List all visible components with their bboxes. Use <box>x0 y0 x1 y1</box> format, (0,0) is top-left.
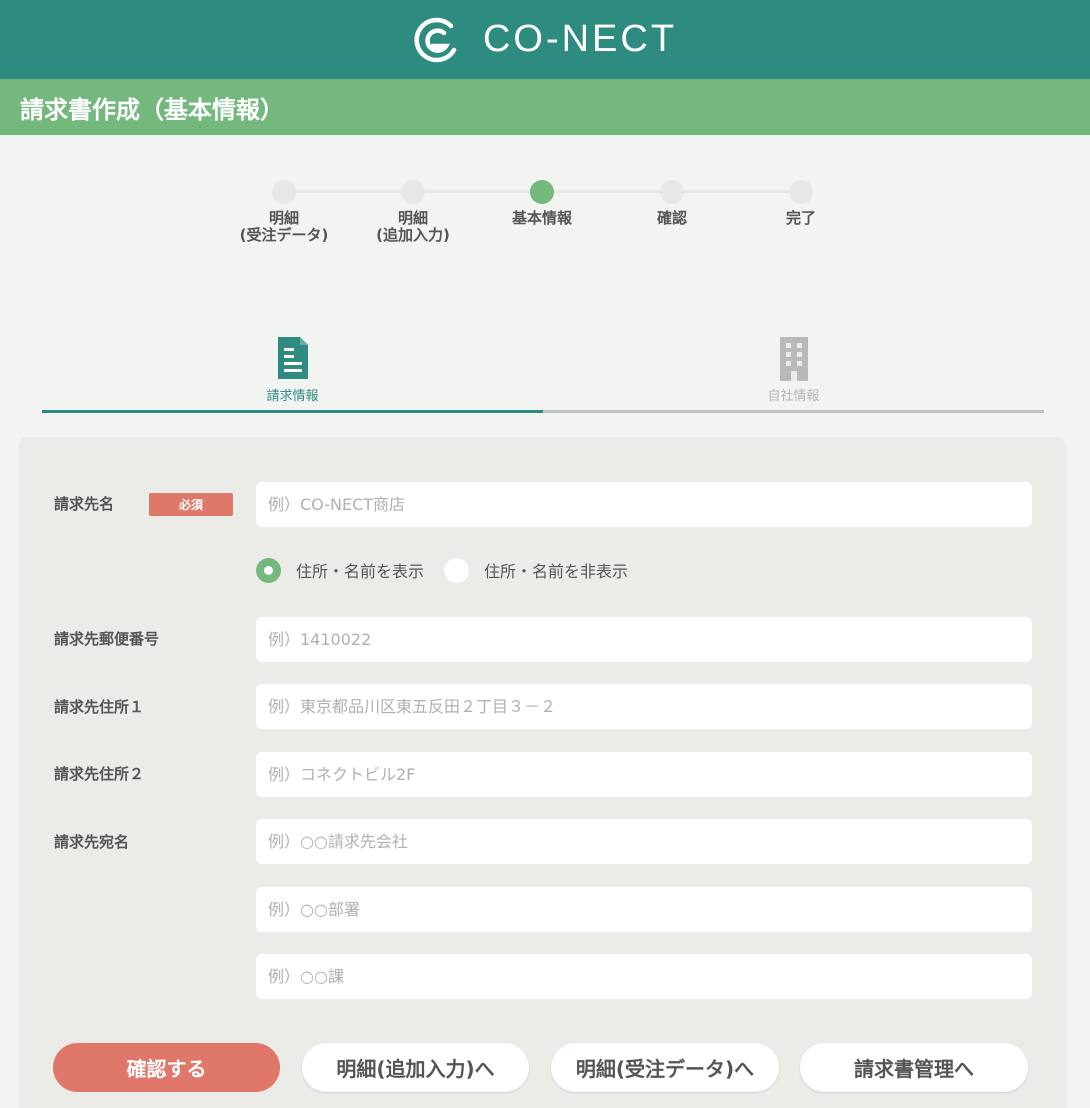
tab-invoice-info[interactable]: 請求情報 <box>42 330 543 413</box>
address1-label: 請求先住所１ <box>54 698 145 716</box>
step-dot <box>789 180 813 204</box>
radio-unselected-icon <box>444 557 470 583</box>
brand-name: CO-NECT <box>482 18 678 60</box>
to-additional-input-button[interactable]: 明細(追加入力)へ <box>302 1043 529 1092</box>
to-invoice-management-button[interactable]: 請求書管理へ <box>800 1043 1028 1092</box>
co-nect-logo-icon <box>414 17 457 62</box>
step-label: 確認 <box>656 209 687 227</box>
tab-company-info[interactable]: 自社情報 <box>543 330 1044 413</box>
document-icon <box>277 337 308 379</box>
step-label: 基本情報 <box>511 209 572 227</box>
confirm-button[interactable]: 確認する <box>53 1043 280 1092</box>
tab-label: 自社情報 <box>767 389 820 404</box>
required-badge: 必須 <box>149 493 233 516</box>
step-dot <box>660 180 684 204</box>
radio-label: 住所・名前を非表示 <box>484 562 629 581</box>
title-bar: 請求書作成（基本情報） <box>0 79 1090 135</box>
step-confirm: 確認 <box>607 180 737 227</box>
step-dot <box>401 180 425 204</box>
radio-selected-icon <box>256 557 281 583</box>
radio-show-address[interactable]: 住所・名前を表示 <box>256 557 425 583</box>
step-complete: 完了 <box>736 180 866 227</box>
step-label: 明細 (受注データ) <box>239 209 329 244</box>
step-dot-active <box>530 180 554 204</box>
app-header: CO-NECT <box>0 0 1090 79</box>
step-additional-input: 明細 (追加入力) <box>348 180 478 244</box>
step-label: 完了 <box>785 209 816 227</box>
addressee-company-input[interactable] <box>256 819 1032 864</box>
addressee-label: 請求先宛名 <box>54 833 130 851</box>
addressee-department-input[interactable] <box>256 887 1032 932</box>
brand-logo[interactable]: CO-NECT <box>413 16 677 64</box>
recipient-name-label: 請求先名 <box>54 495 115 513</box>
addressee-section-input[interactable] <box>256 954 1032 999</box>
recipient-name-input[interactable] <box>256 482 1032 527</box>
postal-code-label: 請求先郵便番号 <box>54 630 160 648</box>
to-order-data-button[interactable]: 明細(受注データ)へ <box>551 1043 779 1092</box>
radio-label: 住所・名前を表示 <box>296 562 425 581</box>
building-icon <box>779 337 808 381</box>
step-order-data: 明細 (受注データ) <box>219 180 349 244</box>
postal-code-input[interactable] <box>256 617 1032 662</box>
step-basic-info: 基本情報 <box>477 180 607 227</box>
page-title: 請求書作成（基本情報） <box>20 95 284 124</box>
address2-input[interactable] <box>256 752 1032 797</box>
step-dot <box>272 180 296 204</box>
radio-hide-address[interactable]: 住所・名前を非表示 <box>444 557 629 583</box>
tab-label: 請求情報 <box>266 389 319 404</box>
step-label: 明細 (追加入力) <box>376 209 450 244</box>
address1-input[interactable] <box>256 684 1032 729</box>
address2-label: 請求先住所２ <box>54 765 145 783</box>
display-option-group: 住所・名前を表示 住所・名前を非表示 <box>256 556 648 584</box>
